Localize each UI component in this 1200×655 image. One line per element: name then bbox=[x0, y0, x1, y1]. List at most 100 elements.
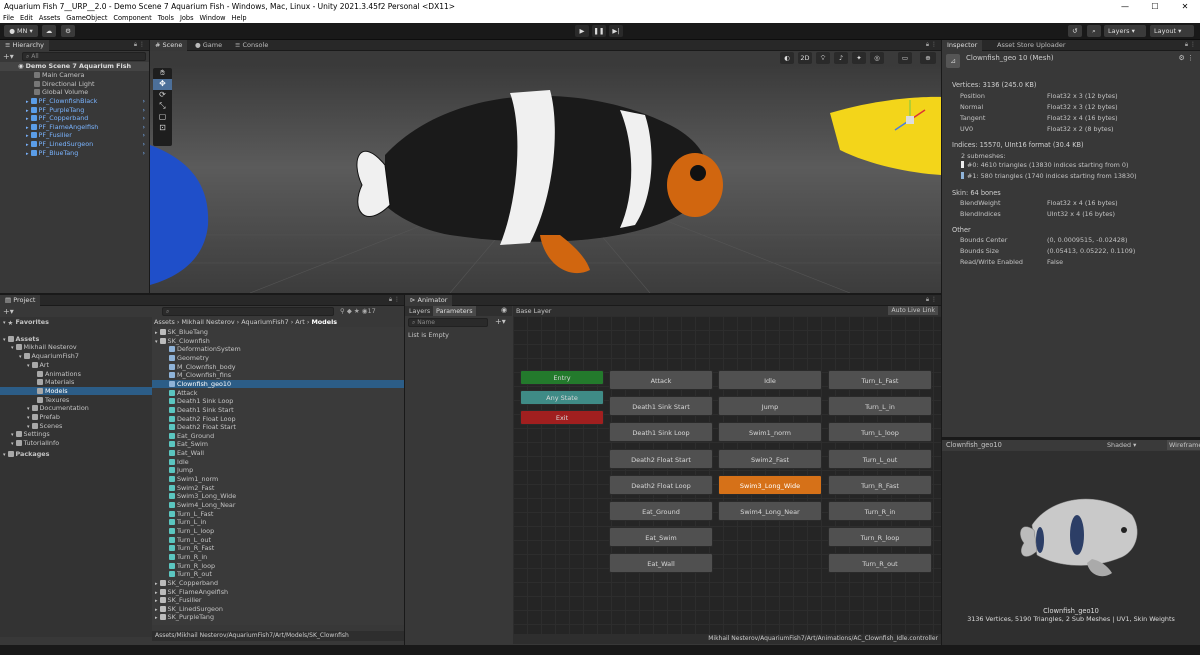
expand-arrow-icon[interactable]: ▾ bbox=[11, 345, 14, 351]
chevron-right-icon[interactable]: › bbox=[142, 97, 145, 106]
chevron-right-icon[interactable]: › bbox=[142, 114, 145, 123]
asset-item[interactable]: DeformationSystem bbox=[152, 345, 404, 354]
asset-item[interactable]: Death1 Sink Start bbox=[152, 406, 404, 415]
expand-arrow-icon[interactable]: ▸ bbox=[155, 598, 158, 604]
hierarchy-item[interactable]: Main Camera bbox=[0, 71, 149, 80]
transform-tool-icon[interactable]: ⊡ bbox=[153, 123, 172, 134]
lock-icon[interactable]: 🔒︎ ⋮ bbox=[1185, 41, 1196, 49]
asset-item[interactable]: Death1 Sink Loop bbox=[152, 397, 404, 406]
menu-item[interactable]: Component bbox=[113, 13, 151, 23]
menu-item[interactable]: Assets bbox=[39, 13, 60, 23]
breadcrumb-item[interactable]: Art bbox=[295, 318, 305, 326]
chevron-right-icon[interactable]: › bbox=[142, 140, 145, 149]
hierarchy-search-input[interactable]: ⌕ All bbox=[22, 52, 146, 61]
asset-item[interactable]: M_Clownfish_body bbox=[152, 363, 404, 372]
mode-2d-button[interactable]: 2D bbox=[798, 52, 812, 64]
expand-arrow-icon[interactable]: ▾ bbox=[19, 354, 22, 360]
state-node[interactable]: Turn_R_Fast bbox=[828, 474, 932, 495]
history-icon[interactable]: ↺ bbox=[1068, 25, 1082, 37]
tab-inspector[interactable]: Inspector bbox=[942, 40, 983, 51]
add-icon[interactable]: +▾ bbox=[3, 52, 14, 61]
asset-item[interactable]: ▸ SK_BlueTang bbox=[152, 328, 404, 337]
menu-item[interactable]: Tools bbox=[158, 13, 174, 23]
tab-console[interactable]: ≡ Console bbox=[230, 40, 273, 51]
hand-tool-icon[interactable]: ✋︎ bbox=[153, 68, 172, 79]
expand-arrow-icon[interactable]: ▸ bbox=[155, 590, 158, 596]
tab-game[interactable]: ● Game bbox=[190, 40, 227, 51]
asset-item[interactable]: Turn_R_out bbox=[152, 570, 404, 579]
expand-arrow-icon[interactable]: ▾ bbox=[3, 452, 6, 458]
chevron-right-icon[interactable]: › bbox=[142, 106, 145, 115]
expand-arrow-icon[interactable]: ▾ bbox=[155, 339, 158, 345]
state-node[interactable]: Eat_Swim bbox=[609, 527, 713, 548]
asset-item[interactable]: Swim4_Long_Near bbox=[152, 501, 404, 510]
search-icon[interactable]: ⌕ bbox=[1087, 25, 1101, 37]
expand-arrow-icon[interactable]: ▾ bbox=[3, 337, 6, 343]
hierarchy-item[interactable]: Directional Light bbox=[0, 80, 149, 89]
layout-dropdown[interactable]: Layout ▾ bbox=[1150, 25, 1194, 37]
folder-item[interactable]: Animations bbox=[0, 370, 152, 379]
hierarchy-prefab-item[interactable]: ▸ PF_Copperband › bbox=[0, 114, 149, 123]
folder-item[interactable]: Models bbox=[0, 386, 152, 396]
auto-live-link-button[interactable]: Auto Live Link bbox=[888, 306, 938, 315]
asset-item[interactable]: ▸ SK_FlameAngelfish bbox=[152, 588, 404, 597]
scale-tool-icon[interactable]: ⤡ bbox=[153, 101, 172, 112]
expand-arrow-icon[interactable]: ▸ bbox=[155, 330, 158, 336]
play-icon[interactable]: ▶ bbox=[575, 25, 589, 37]
expand-arrow-icon[interactable]: ▸ bbox=[26, 116, 29, 122]
camera-icon[interactable]: ▭ bbox=[898, 52, 912, 64]
visibility-icon[interactable]: ◎ bbox=[870, 52, 884, 64]
state-node[interactable]: Turn_R_out bbox=[828, 553, 932, 574]
expand-arrow-icon[interactable]: ▾ bbox=[27, 415, 30, 421]
breadcrumb-item[interactable]: Mikhail Nesterov bbox=[181, 318, 234, 326]
folder-item[interactable]: Texures bbox=[0, 396, 152, 405]
hierarchy-item[interactable]: Global Volume bbox=[0, 88, 149, 97]
tab-hierarchy[interactable]: ≡ Hierarchy bbox=[0, 40, 49, 51]
filter-icons[interactable]: ⚲ ◆ ★ ◉17 bbox=[340, 307, 376, 315]
maximize-icon[interactable]: ☐ bbox=[1140, 0, 1170, 13]
lock-icon[interactable]: 🔒︎ ⋮ bbox=[926, 41, 937, 49]
state-node[interactable]: Swim1_norm bbox=[718, 422, 822, 443]
menu-item[interactable]: Help bbox=[232, 13, 247, 23]
expand-arrow-icon[interactable]: ▸ bbox=[155, 607, 158, 613]
state-node[interactable]: Eat_Ground bbox=[609, 501, 713, 521]
state-node[interactable]: Swim3_Long_Wide bbox=[718, 474, 822, 495]
state-node[interactable]: Idle bbox=[718, 370, 822, 390]
folder-item[interactable]: ▾ Settings bbox=[0, 430, 152, 439]
asset-item[interactable]: Swim2_Fast bbox=[152, 484, 404, 493]
asset-item[interactable]: Turn_L_loop bbox=[152, 527, 404, 536]
tab-layers[interactable]: Layers bbox=[409, 307, 430, 315]
rect-tool-icon[interactable]: ▢ bbox=[153, 112, 172, 123]
hierarchy-prefab-item[interactable]: ▸ PF_LinedSurgeon › bbox=[0, 140, 149, 149]
asset-item[interactable]: Turn_R_loop bbox=[152, 562, 404, 571]
state-entry[interactable]: Entry bbox=[520, 370, 604, 385]
folder-item[interactable]: ▾ Mikhail Nesterov bbox=[0, 343, 152, 352]
expand-arrow-icon[interactable]: ▾ bbox=[11, 432, 14, 438]
lock-icon[interactable]: 🔒︎ ⋮ bbox=[389, 296, 400, 304]
tab-animator[interactable]: ⊳ Animator bbox=[405, 295, 453, 306]
asset-item[interactable]: Jump bbox=[152, 466, 404, 475]
asset-item[interactable]: Swim1_norm bbox=[152, 475, 404, 484]
account-button[interactable]: ● MN ▾ bbox=[4, 25, 38, 37]
menu-item[interactable]: GameObject bbox=[66, 13, 107, 23]
folder-item[interactable]: ▾ Prefab bbox=[0, 413, 152, 422]
state-node[interactable]: Jump bbox=[718, 396, 822, 417]
state-node[interactable]: Turn_L_loop bbox=[828, 422, 932, 443]
folder-item[interactable]: ▾ Art bbox=[0, 361, 152, 370]
asset-item[interactable]: Clownfish_geo10 bbox=[152, 379, 404, 389]
asset-item[interactable]: Turn_R_Fast bbox=[152, 544, 404, 553]
state-exit[interactable]: Exit bbox=[520, 410, 604, 425]
eye-icon[interactable]: ◉ bbox=[501, 306, 507, 314]
expand-arrow-icon[interactable]: ▸ bbox=[26, 142, 29, 148]
minimize-icon[interactable]: — bbox=[1110, 0, 1140, 13]
asset-item[interactable]: Turn_L_out bbox=[152, 536, 404, 545]
create-icon[interactable]: +▾ bbox=[3, 307, 14, 316]
hierarchy-prefab-item[interactable]: ▸ PF_FlameAngelfish › bbox=[0, 123, 149, 132]
asset-item[interactable]: Eat_Swim bbox=[152, 440, 404, 449]
gizmos-icon[interactable]: ⊕ bbox=[920, 52, 936, 64]
menu-item[interactable]: Jobs bbox=[180, 13, 194, 23]
breadcrumb-item[interactable]: Assets bbox=[154, 318, 175, 326]
asset-item[interactable]: Eat_Ground bbox=[152, 432, 404, 441]
expand-arrow-icon[interactable]: ▾ bbox=[3, 320, 6, 326]
hierarchy-prefab-item[interactable]: ▸ PF_BlueTang › bbox=[0, 149, 149, 158]
